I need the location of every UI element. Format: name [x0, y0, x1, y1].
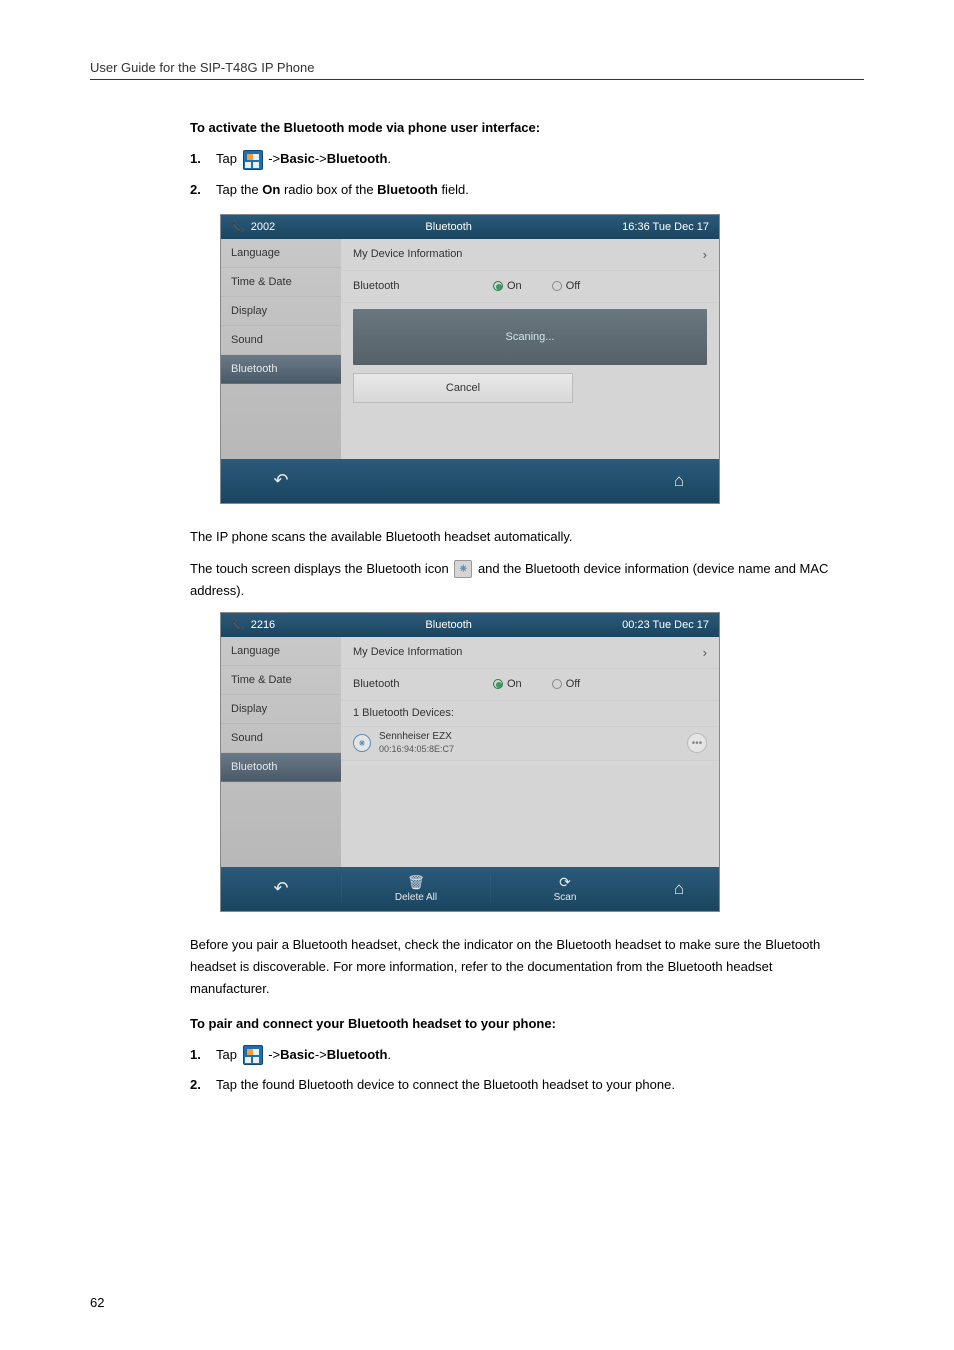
step-2: Tap the found Bluetooth device to connec…	[190, 1075, 834, 1095]
phone-icon: 📞	[231, 220, 245, 233]
extension: 2216	[251, 619, 275, 631]
sidebar-item-sound[interactable]: Sound	[221, 326, 341, 355]
footer-bar: ↶ ⌂	[221, 459, 719, 503]
sidebar-item-bluetooth[interactable]: Bluetooth	[221, 355, 341, 384]
trash-icon: 🗑	[407, 874, 425, 891]
step-text: field.	[438, 182, 469, 197]
devices-count: 1 Bluetooth Devices:	[353, 707, 454, 719]
screen-title: Bluetooth	[275, 221, 622, 233]
page-number: 62	[90, 1295, 104, 1310]
step-text: radio box of the	[280, 182, 377, 197]
sidebar-item-time-date[interactable]: Time & Date	[221, 268, 341, 297]
bluetooth-row-label: Bluetooth	[353, 280, 493, 292]
my-device-row[interactable]: My Device Information ›	[341, 239, 719, 271]
screen-time: 16:36 Tue Dec 17	[622, 221, 709, 233]
back-button[interactable]: ↶	[221, 878, 341, 899]
bluetooth-label: Bluetooth	[327, 1047, 388, 1062]
step-text: Tap	[216, 1047, 241, 1062]
device-name: Sennheiser EZX	[379, 731, 454, 743]
home-button[interactable]: ⌂	[639, 879, 719, 899]
radio-off[interactable]: Off	[552, 280, 580, 292]
scan-label: Scan	[554, 892, 577, 903]
sidebar-item-sound[interactable]: Sound	[221, 724, 341, 753]
apps-icon	[243, 1045, 263, 1065]
screen-title: Bluetooth	[275, 619, 622, 631]
paragraph: Before you pair a Bluetooth headset, che…	[190, 934, 834, 1000]
on-label: On	[262, 182, 280, 197]
sidebar-item-display[interactable]: Display	[221, 695, 341, 724]
step-2: Tap the On radio box of the Bluetooth fi…	[190, 180, 834, 200]
delete-all-button[interactable]: 🗑 Delete All	[341, 874, 490, 903]
section-heading: To pair and connect your Bluetooth heads…	[190, 1016, 834, 1031]
screenshot-scanning: 📞 2002 Bluetooth 16:36 Tue Dec 17 Langua…	[220, 214, 720, 504]
step-text: Tap	[216, 151, 241, 166]
devices-count-row: 1 Bluetooth Devices:	[341, 701, 719, 727]
scanning-panel: Scaning...	[353, 309, 707, 365]
paragraph: The IP phone scans the available Bluetoo…	[190, 526, 834, 548]
radio-on[interactable]: On	[493, 280, 522, 292]
period: .	[387, 1047, 391, 1062]
bluetooth-device-row[interactable]: ⁕ Sennheiser EZX 00:16:94:05:8E:C7 •••	[341, 727, 719, 761]
extension: 2002	[251, 221, 275, 233]
off-text: Off	[566, 678, 580, 690]
bluetooth-toggle-row: Bluetooth On Off	[341, 271, 719, 303]
screenshot-devices: 📞 2216 Bluetooth 00:23 Tue Dec 17 Langua…	[220, 612, 720, 912]
step-text: ->	[268, 1047, 280, 1062]
apps-icon	[243, 150, 263, 170]
scan-button[interactable]: ⟳ Scan	[490, 874, 639, 903]
page-header: User Guide for the SIP-T48G IP Phone	[90, 60, 864, 80]
my-device-label: My Device Information	[353, 248, 493, 260]
bt-label: Bluetooth	[377, 182, 438, 197]
footer-bar: ↶ 🗑 Delete All ⟳ Scan ⌂	[221, 867, 719, 911]
basic-label: Basic	[280, 151, 315, 166]
step-1: Tap ->Basic->Bluetooth.	[190, 1045, 834, 1066]
period: .	[387, 151, 391, 166]
sidebar-item-time-date[interactable]: Time & Date	[221, 666, 341, 695]
my-device-label: My Device Information	[353, 646, 493, 658]
my-device-row[interactable]: My Device Information ›	[341, 637, 719, 669]
basic-label: Basic	[280, 1047, 315, 1062]
phone-icon: 📞	[231, 618, 245, 631]
step-text: Tap the	[216, 182, 262, 197]
scan-icon: ⟳	[559, 874, 571, 891]
cancel-button[interactable]: Cancel	[353, 373, 573, 403]
section-heading: To activate the Bluetooth mode via phone…	[190, 120, 834, 135]
sidebar-item-bluetooth[interactable]: Bluetooth	[221, 753, 341, 782]
device-mac: 00:16:94:05:8E:C7	[379, 743, 454, 755]
off-text: Off	[566, 280, 580, 292]
settings-sidebar: Language Time & Date Display Sound Bluet…	[221, 239, 341, 459]
screen-time: 00:23 Tue Dec 17	[622, 619, 709, 631]
delete-all-label: Delete All	[395, 892, 437, 903]
bluetooth-device-icon: ⁕	[353, 734, 371, 752]
settings-main: My Device Information › Bluetooth On Off…	[341, 239, 719, 459]
settings-main: My Device Information › Bluetooth On Off…	[341, 637, 719, 867]
arrow-text: ->	[315, 1047, 327, 1062]
paragraph: The touch screen displays the Bluetooth …	[190, 558, 834, 602]
chevron-right-icon: ›	[703, 645, 707, 660]
settings-sidebar: Language Time & Date Display Sound Bluet…	[221, 637, 341, 867]
title-bar: 📞 2216 Bluetooth 00:23 Tue Dec 17	[221, 613, 719, 637]
title-bar: 📞 2002 Bluetooth 16:36 Tue Dec 17	[221, 215, 719, 239]
bluetooth-toggle-row: Bluetooth On Off	[341, 669, 719, 701]
on-text: On	[507, 678, 522, 690]
sidebar-item-display[interactable]: Display	[221, 297, 341, 326]
step-1: Tap ->Basic->Bluetooth.	[190, 149, 834, 170]
bluetooth-icon: ⁕	[454, 560, 472, 578]
step-text: ->	[268, 151, 280, 166]
more-button[interactable]: •••	[687, 733, 707, 753]
radio-off[interactable]: Off	[552, 678, 580, 690]
back-button[interactable]: ↶	[221, 470, 341, 491]
bluetooth-row-label: Bluetooth	[353, 678, 493, 690]
sidebar-item-language[interactable]: Language	[221, 239, 341, 268]
radio-on[interactable]: On	[493, 678, 522, 690]
text: The touch screen displays the Bluetooth …	[190, 561, 452, 576]
sidebar-item-language[interactable]: Language	[221, 637, 341, 666]
on-text: On	[507, 280, 522, 292]
chevron-right-icon: ›	[703, 247, 707, 262]
home-button[interactable]: ⌂	[639, 471, 719, 491]
arrow-text: ->	[315, 151, 327, 166]
bluetooth-label: Bluetooth	[327, 151, 388, 166]
